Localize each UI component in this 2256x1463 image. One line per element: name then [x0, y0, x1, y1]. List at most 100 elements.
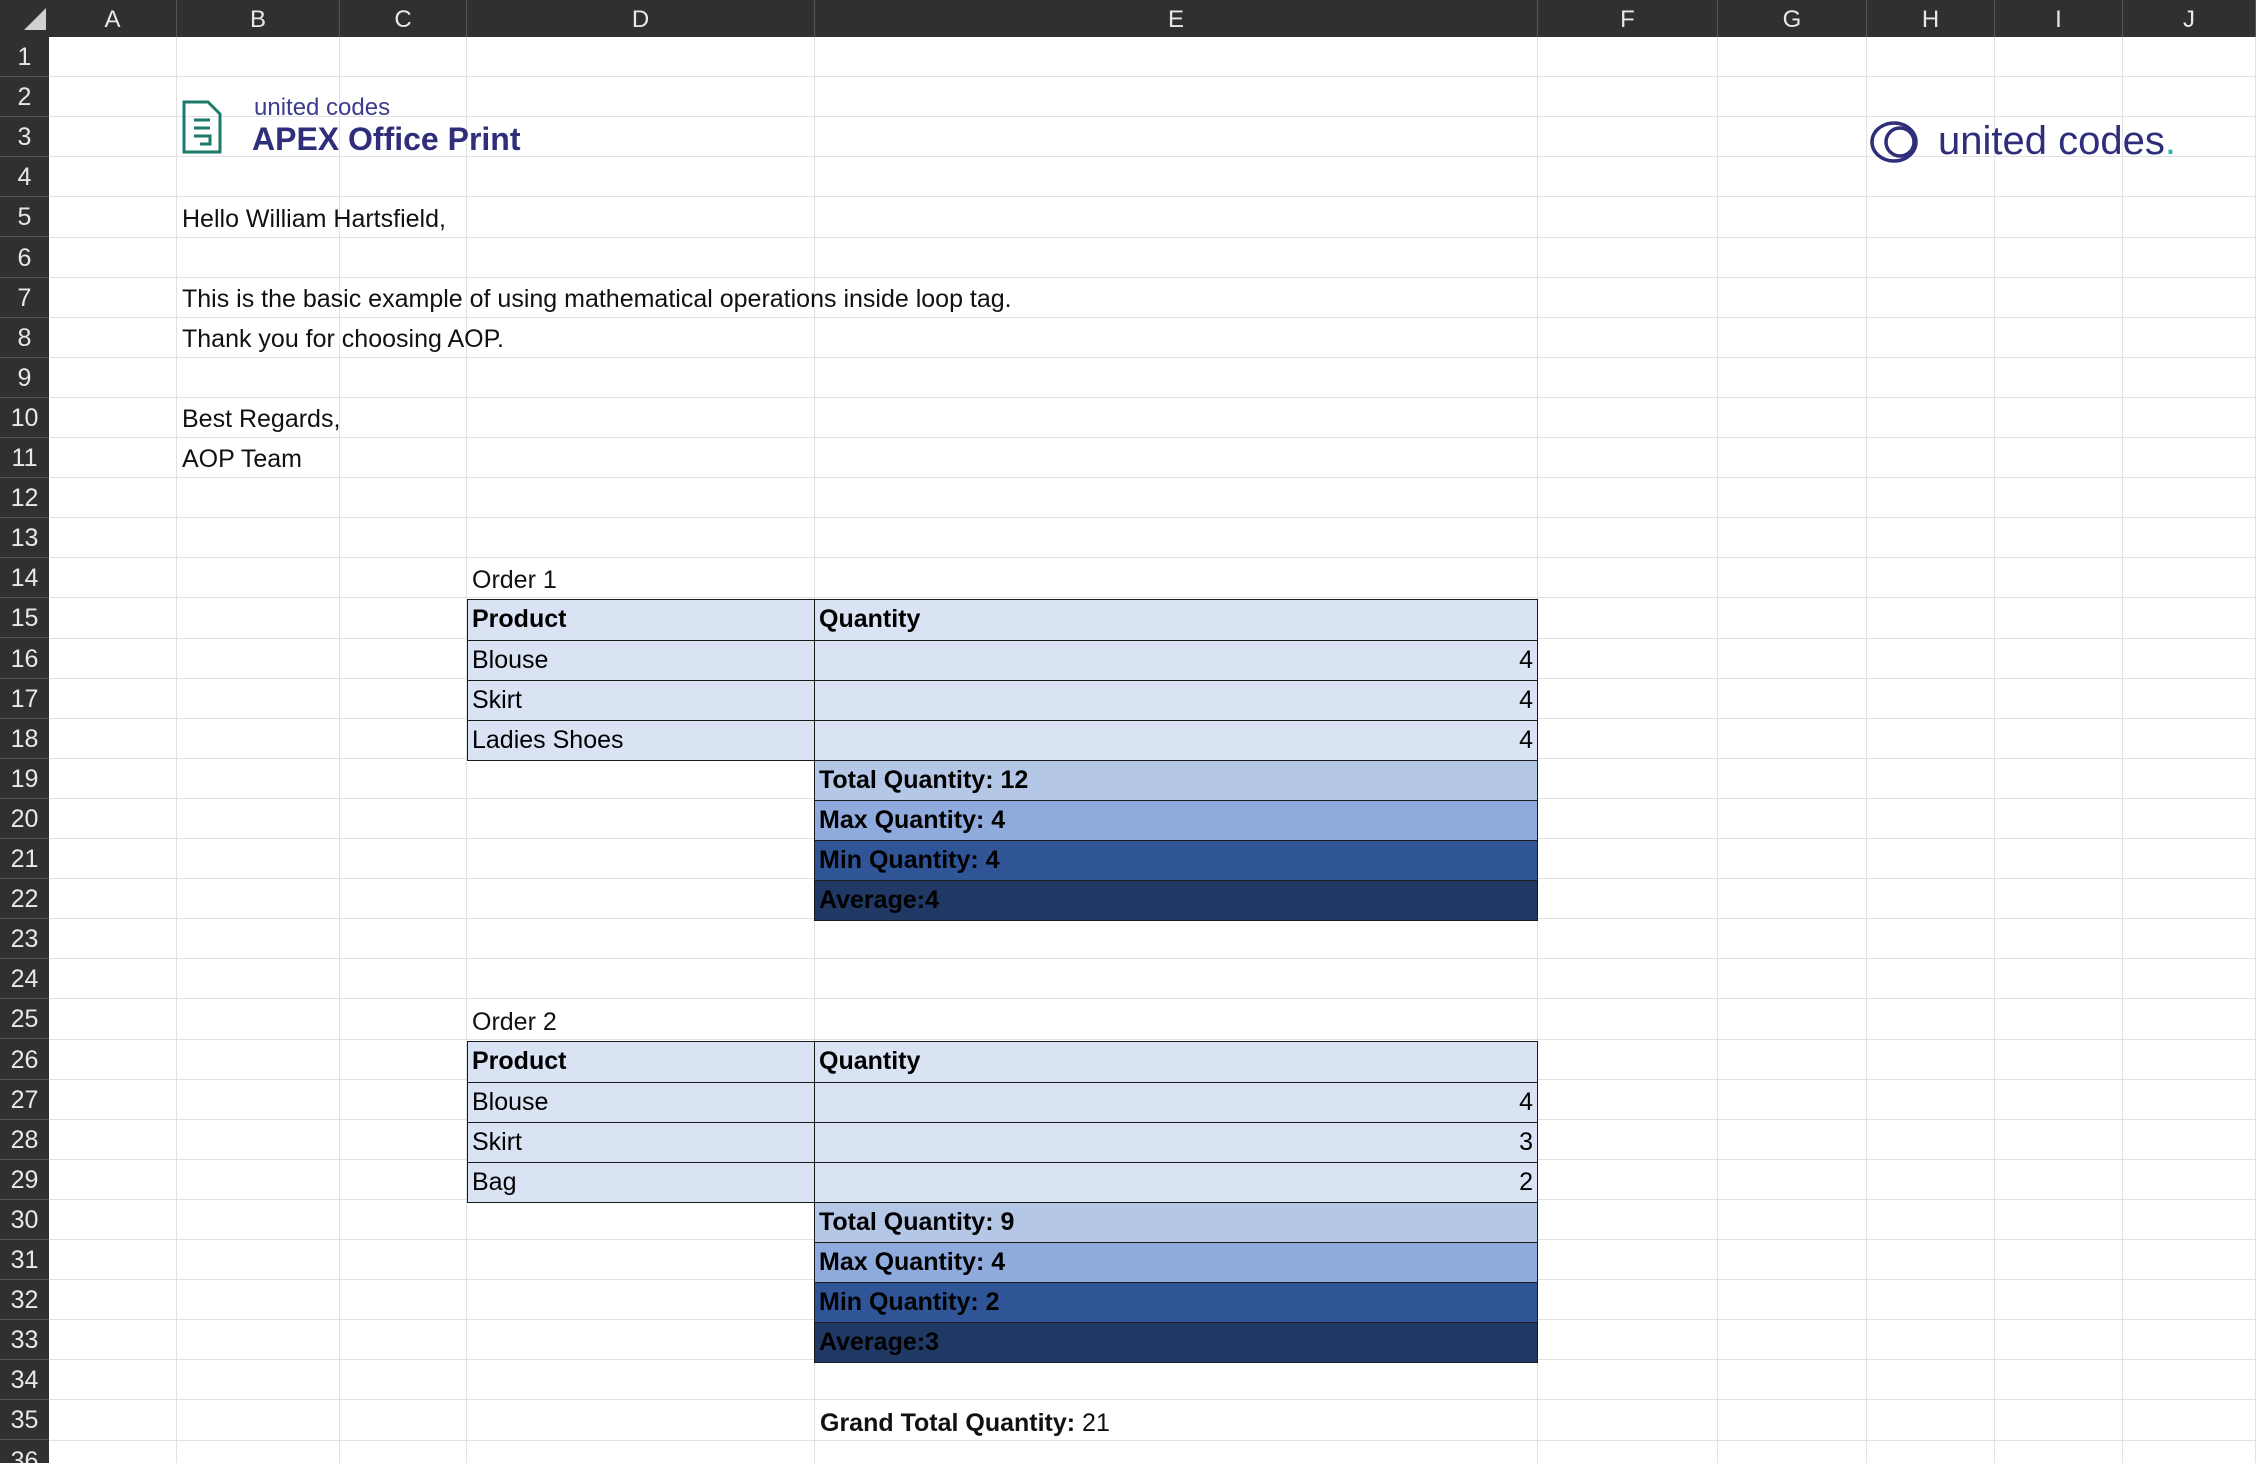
- gridline: [1866, 37, 1867, 1463]
- grand-total-value: 21: [1082, 1409, 1110, 1437]
- gridline: [49, 276, 2256, 278]
- order-title: Order 2: [472, 1008, 557, 1036]
- row-header[interactable]: 30: [0, 1200, 49, 1240]
- gridline: [49, 196, 2256, 198]
- quantity-cell[interactable]: 4: [814, 1082, 1538, 1123]
- row-header[interactable]: 2: [0, 77, 49, 118]
- row-header[interactable]: 29: [0, 1160, 49, 1200]
- row-header[interactable]: 22: [0, 879, 49, 920]
- row-header[interactable]: 17: [0, 679, 49, 719]
- thanks-text: Thank you for choosing AOP.: [182, 325, 504, 353]
- quantity-cell[interactable]: 4: [814, 680, 1538, 721]
- gridline: [1717, 37, 1718, 1463]
- product-cell[interactable]: Skirt: [467, 680, 815, 721]
- quantity-header[interactable]: Quantity: [814, 1041, 1538, 1083]
- product-cell[interactable]: Skirt: [467, 1122, 815, 1163]
- row-header[interactable]: 35: [0, 1400, 49, 1441]
- product-cell[interactable]: Blouse: [467, 640, 815, 681]
- quantity-header[interactable]: Quantity: [814, 599, 1538, 641]
- row-header[interactable]: 3: [0, 117, 49, 158]
- gridline: [2122, 37, 2123, 1463]
- apex-office-print-logo-icon: [182, 100, 222, 154]
- row-header[interactable]: 24: [0, 959, 49, 1000]
- united-codes-logo-text: united codes.: [1938, 119, 2176, 163]
- row-header[interactable]: 36: [0, 1441, 49, 1463]
- row-header[interactable]: 14: [0, 558, 49, 599]
- row-header[interactable]: 31: [0, 1240, 49, 1280]
- gridline: [49, 76, 2256, 78]
- greeting-text: Hello William Hartsfield,: [182, 205, 446, 233]
- signature-text: AOP Team: [182, 445, 302, 473]
- row-header[interactable]: 33: [0, 1320, 49, 1361]
- gridline: [49, 958, 2256, 960]
- product-cell[interactable]: Ladies Shoes: [467, 720, 815, 761]
- column-header[interactable]: G: [1718, 0, 1867, 37]
- quantity-cell[interactable]: 3: [814, 1122, 1538, 1163]
- min-quantity-cell[interactable]: Min Quantity: 4: [814, 840, 1538, 881]
- row-header[interactable]: 26: [0, 1040, 49, 1080]
- total-quantity-cell[interactable]: Total Quantity: 12: [814, 760, 1538, 801]
- column-header[interactable]: J: [2123, 0, 2256, 37]
- row-header[interactable]: 10: [0, 398, 49, 438]
- grand-total-label: Grand Total Quantity:: [820, 1409, 1076, 1437]
- product-header[interactable]: Product: [467, 1041, 815, 1083]
- select-all-icon: [24, 8, 46, 30]
- row-header[interactable]: 1: [0, 37, 49, 77]
- row-header[interactable]: 15: [0, 598, 49, 639]
- intro-text: This is the basic example of using mathe…: [182, 285, 1012, 313]
- row-header[interactable]: 6: [0, 238, 49, 278]
- gridline: [176, 37, 177, 1463]
- column-header[interactable]: C: [340, 0, 467, 37]
- gridline: [49, 437, 2256, 438]
- row-header[interactable]: 20: [0, 799, 49, 839]
- average-cell[interactable]: Average:3: [814, 1322, 1538, 1363]
- column-header[interactable]: D: [467, 0, 815, 37]
- gridline: [49, 517, 2256, 519]
- column-header[interactable]: H: [1867, 0, 1995, 37]
- min-quantity-cell[interactable]: Min Quantity: 2: [814, 1282, 1538, 1323]
- row-header[interactable]: 12: [0, 478, 49, 519]
- gridline: [49, 1439, 2256, 1441]
- row-header[interactable]: 21: [0, 839, 49, 879]
- average-cell[interactable]: Average:4: [814, 880, 1538, 921]
- row-header[interactable]: 5: [0, 197, 49, 238]
- row-header[interactable]: 13: [0, 518, 49, 559]
- united-codes-logo-icon: [1870, 121, 1918, 163]
- quantity-cell[interactable]: 4: [814, 640, 1538, 681]
- column-header[interactable]: E: [815, 0, 1538, 37]
- gridline: [49, 396, 2256, 398]
- gridline: [49, 477, 2256, 479]
- product-cell[interactable]: Blouse: [467, 1082, 815, 1123]
- row-header[interactable]: 8: [0, 318, 49, 358]
- row-header[interactable]: 32: [0, 1280, 49, 1321]
- row-header[interactable]: 34: [0, 1360, 49, 1401]
- row-header[interactable]: 19: [0, 759, 49, 799]
- row-header[interactable]: 9: [0, 358, 49, 398]
- max-quantity-cell[interactable]: Max Quantity: 4: [814, 1242, 1538, 1283]
- closing-text: Best Regards,: [182, 405, 341, 433]
- spreadsheet[interactable]: ABCDEFGHIJ 1 2 3 4 5 6 7 8 9 10 11 12 13 14 15 16 17 18 19…: [0, 0, 2256, 1463]
- row-header[interactable]: 4: [0, 157, 49, 198]
- total-quantity-cell[interactable]: Total Quantity: 9: [814, 1202, 1538, 1243]
- row-header[interactable]: 18: [0, 719, 49, 759]
- grand-total-cell[interactable]: Grand Total Quantity: 21: [820, 1403, 1110, 1443]
- column-header[interactable]: A: [49, 0, 177, 37]
- row-header[interactable]: 28: [0, 1120, 49, 1160]
- product-cell[interactable]: Bag: [467, 1162, 815, 1203]
- row-header[interactable]: 25: [0, 999, 49, 1040]
- column-header[interactable]: F: [1538, 0, 1718, 37]
- column-header[interactable]: B: [177, 0, 340, 37]
- row-header[interactable]: 7: [0, 278, 49, 318]
- row-header[interactable]: 27: [0, 1080, 49, 1120]
- quantity-cell[interactable]: 2: [814, 1162, 1538, 1203]
- max-quantity-cell[interactable]: Max Quantity: 4: [814, 800, 1538, 841]
- row-header[interactable]: 11: [0, 438, 49, 478]
- row-header[interactable]: 23: [0, 919, 49, 960]
- logo-title: APEX Office Print: [252, 121, 521, 157]
- select-all-corner[interactable]: [0, 0, 49, 37]
- row-header[interactable]: 16: [0, 639, 49, 679]
- quantity-cell[interactable]: 4: [814, 720, 1538, 761]
- product-header[interactable]: Product: [467, 599, 815, 641]
- column-header[interactable]: I: [1995, 0, 2123, 37]
- gridline: [49, 1399, 2256, 1401]
